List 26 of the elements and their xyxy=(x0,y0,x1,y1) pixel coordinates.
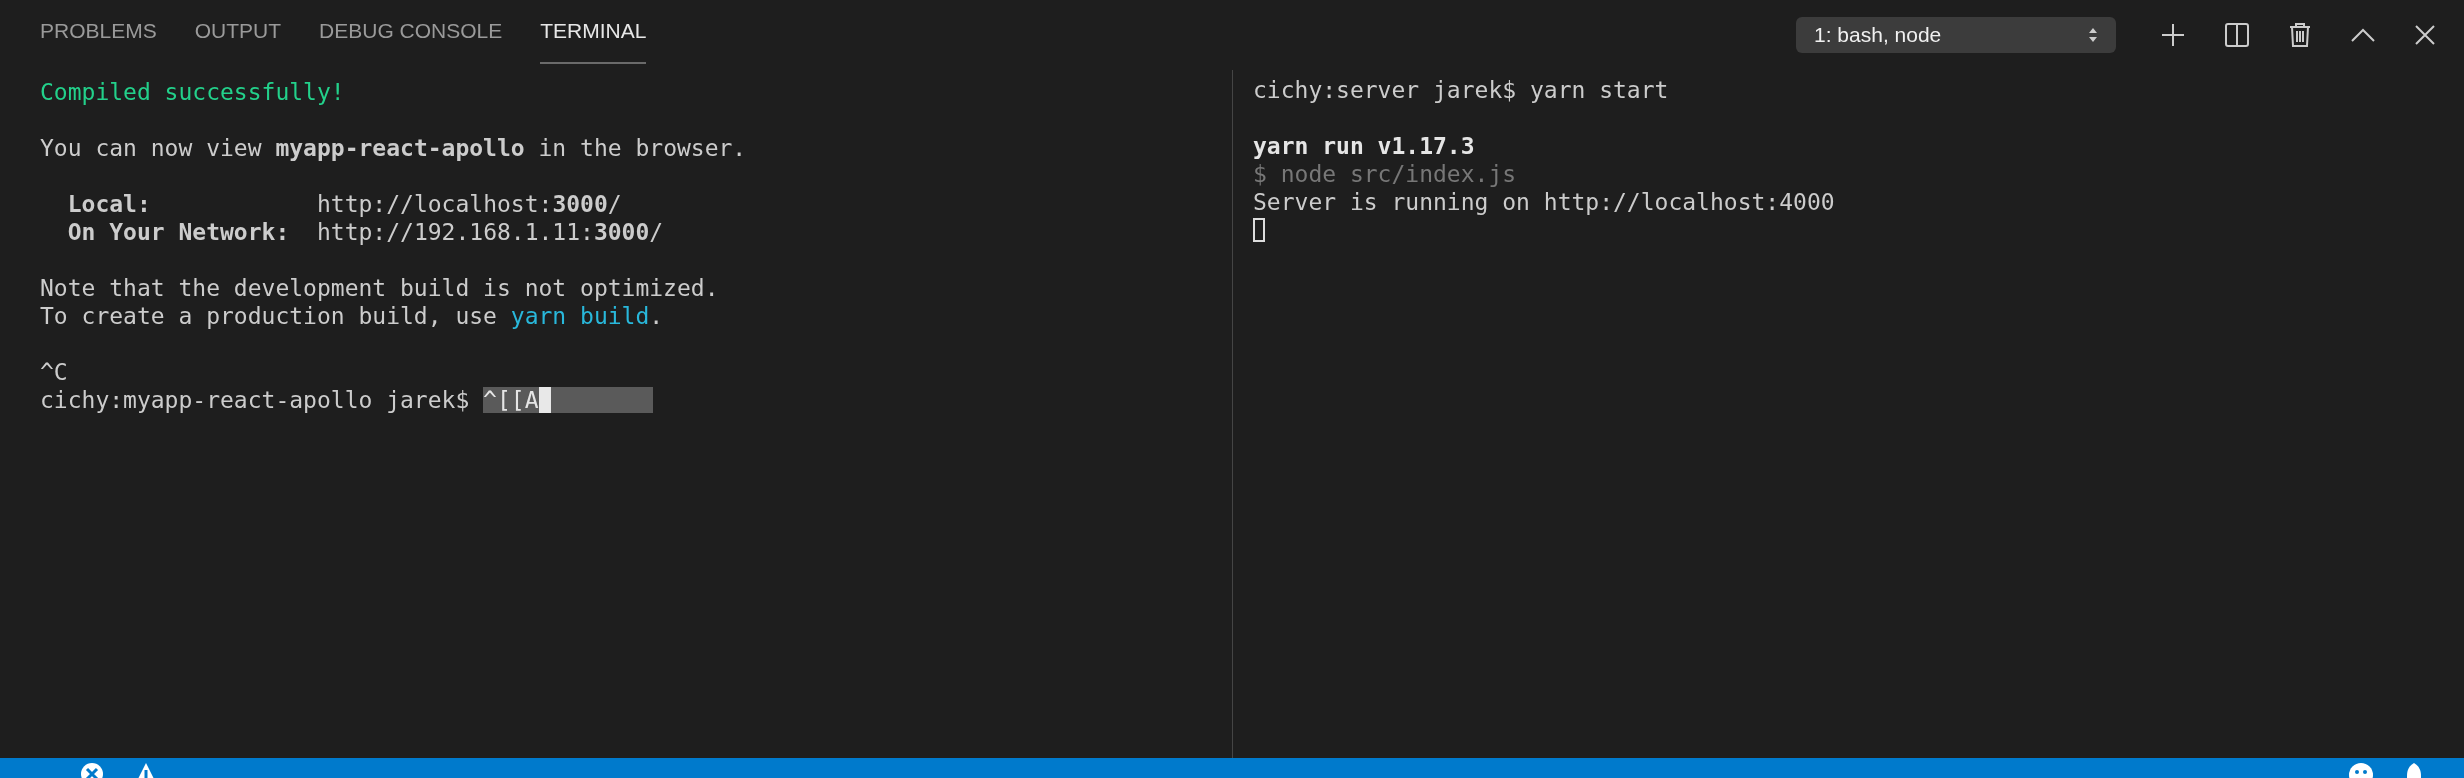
panel-tab[interactable]: OUTPUT xyxy=(194,0,282,64)
terminal-text: . xyxy=(649,302,664,330)
updown-icon xyxy=(2088,27,2098,43)
terminal-line: yarn run v1.17.3 xyxy=(1253,132,1476,160)
panel-tab[interactable]: TERMINAL xyxy=(540,0,647,64)
trash-icon[interactable] xyxy=(2288,22,2312,48)
panel-tab[interactable]: PROBLEMS xyxy=(40,0,157,64)
terminal-line: Note that the development build is not optimized. xyxy=(40,274,720,302)
prompt-text: cichy:myapp-react-apollo jarek$ xyxy=(40,386,471,414)
terminal-line: On Your Network: http://192.168.1.11:3000/ xyxy=(66,218,665,246)
terminal-line: $ node src/index.js xyxy=(1253,160,1518,188)
terminal-select[interactable]: 1: bash, node xyxy=(1796,17,2116,53)
panel-tab[interactable]: DEBUG CONSOLE xyxy=(319,0,503,64)
terminal-line: Local: http://localhost:3000/ xyxy=(66,190,623,218)
plus-icon[interactable] xyxy=(2160,22,2186,48)
terminal-line: Server is running on http://localhost:4000 xyxy=(1253,188,1835,216)
close-icon[interactable] xyxy=(2414,24,2436,46)
split-icon[interactable] xyxy=(2224,22,2250,48)
terminal-line: Compiled successfully! xyxy=(40,78,346,106)
terminal-text: To create a production build, use xyxy=(40,302,498,330)
terminal-line: ^C xyxy=(40,358,69,386)
terminal-line: cichy:server jarek$ yarn start xyxy=(1253,76,1670,104)
cursor xyxy=(1253,218,1265,242)
terminal-line: You can now view myapp-react-apollo in the browser. xyxy=(40,134,748,162)
command-link[interactable]: yarn build xyxy=(510,302,650,330)
chevron-up-icon[interactable] xyxy=(2350,27,2376,43)
